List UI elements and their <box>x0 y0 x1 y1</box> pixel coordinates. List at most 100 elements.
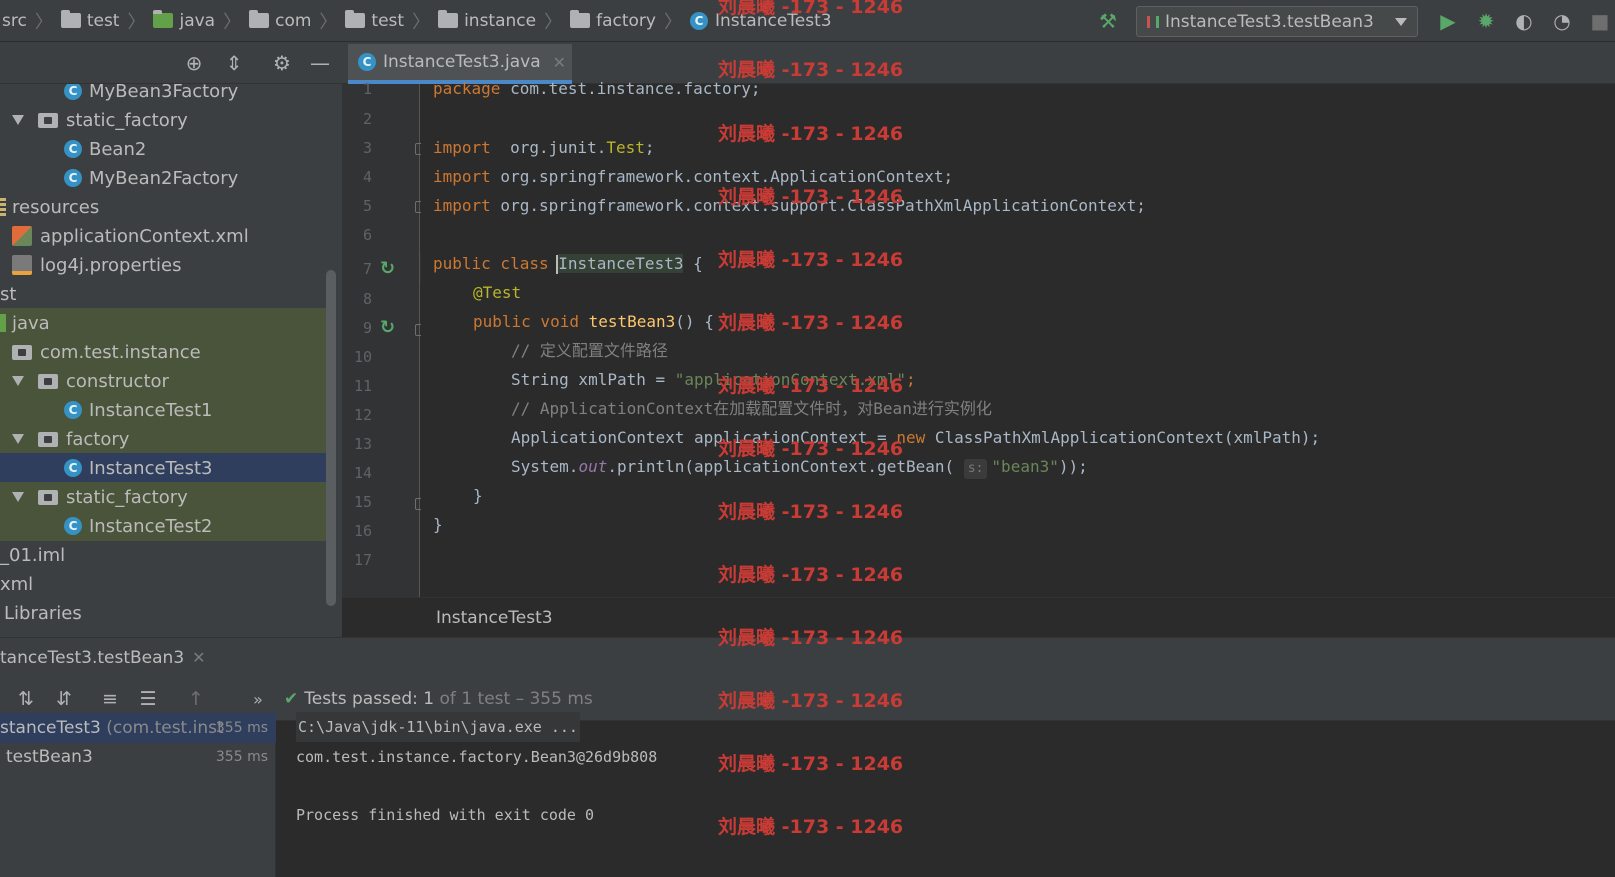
test-class-icon: C <box>64 459 82 477</box>
tree-item-label: InstanceTest3 <box>89 457 213 479</box>
test-duration: 355 ms <box>215 749 268 765</box>
test-method-label: testBean3 <box>6 747 93 767</box>
breadcrumb-com[interactable]: com 〉 <box>249 8 345 34</box>
expand-triangle-icon[interactable] <box>12 434 24 444</box>
tree-item-label: InstanceTest1 <box>89 399 213 421</box>
profile-icon[interactable]: ◔ <box>1550 9 1574 33</box>
code-editor[interactable]: package com.test.instance.factory; impor… <box>421 79 1615 597</box>
chevron-right-icon: 〉 <box>223 11 242 33</box>
tree-item-log4j-properties[interactable]: log4j.properties <box>0 250 328 280</box>
package-icon <box>38 431 58 447</box>
coverage-icon[interactable]: ◐ <box>1512 9 1536 33</box>
code-line-5: import org.springframework.context.suppo… <box>433 196 1146 215</box>
breadcrumb-java[interactable]: java 〉 <box>153 8 249 34</box>
expand-triangle-icon[interactable] <box>12 115 24 125</box>
tree-item-static-factory[interactable]: static_factory <box>0 105 328 135</box>
tree-item-libraries[interactable]: Libraries <box>0 598 328 628</box>
run-tab[interactable]: tanceTest3.testBean3 ✕ <box>0 648 206 668</box>
expand-triangle-icon[interactable] <box>12 376 24 386</box>
resources-folder-icon <box>0 198 6 216</box>
crumb-label: java <box>179 10 216 31</box>
code-line-12: // ApplicationContext在加载配置文件时，对Bean进行实例化 <box>511 399 992 418</box>
tree-item-test-root[interactable]: st <box>0 279 328 309</box>
package-icon <box>12 344 32 360</box>
tree-item-instancetest2[interactable]: C InstanceTest2 <box>0 511 328 541</box>
run-icon[interactable]: ▶ <box>1436 9 1460 33</box>
tree-item-label: java <box>12 312 50 334</box>
tree-item-label: factory <box>66 428 130 450</box>
tree-item-static-factory-test[interactable]: static_factory <box>0 482 328 512</box>
debug-bug-icon[interactable]: ✹ <box>1474 9 1498 33</box>
folder-icon <box>60 10 81 28</box>
test-class-row[interactable]: stanceTest3 (com.test.inst 355 ms <box>0 713 276 743</box>
breadcrumb-test-pkg[interactable]: test 〉 <box>345 8 438 34</box>
breadcrumb-test[interactable]: test 〉 <box>60 8 154 34</box>
run-configuration-select[interactable]: InstanceTest3.testBean3 <box>1136 6 1418 37</box>
expand-all-icon[interactable]: ≡ <box>98 687 122 711</box>
ide-window: src 〉 test 〉 java 〉 com 〉 test 〉 instance 〉 fa… <box>0 0 1615 877</box>
console-output[interactable]: C:\Java\jdk-11\bin\java.exe ... com.test… <box>277 712 1615 877</box>
arrow-up-icon[interactable]: ↑ <box>184 687 208 711</box>
tree-item-mybean3factory[interactable]: C MyBean3Factory <box>0 84 328 106</box>
tree-item-label: com.test.instance <box>40 341 201 363</box>
text-cursor <box>556 255 558 274</box>
tree-item-label: static_factory <box>66 109 188 131</box>
tree-item-label: applicationContext.xml <box>40 225 249 247</box>
sort-alphabetically-icon[interactable]: ⇅ <box>14 687 38 711</box>
tree-item-iml[interactable]: _01.iml <box>0 540 328 570</box>
close-icon[interactable]: ✕ <box>553 53 566 72</box>
tree-item-label: resources <box>12 196 100 218</box>
run-test-class-icon[interactable]: ↻ <box>380 258 395 279</box>
line-number: 9 <box>362 319 372 337</box>
close-icon[interactable]: ✕ <box>192 648 205 667</box>
tests-passed-suffix: of 1 test – 355 ms <box>434 689 593 709</box>
tree-item-com-test-instance[interactable]: com.test.instance <box>0 337 328 367</box>
tree-item-java[interactable]: java <box>0 308 328 338</box>
breadcrumb-instance[interactable]: instance 〉 <box>438 8 570 34</box>
tree-item-label: MyBean2Factory <box>89 167 239 189</box>
code-line-7: public class InstanceTest3 { <box>433 254 703 273</box>
run-test-method-icon[interactable]: ↻ <box>380 317 395 338</box>
tree-item-instancetest1[interactable]: C InstanceTest1 <box>0 395 328 425</box>
breadcrumb-src[interactable]: src 〉 <box>2 8 61 34</box>
tree-item-instancetest3[interactable]: C InstanceTest3 <box>0 453 328 483</box>
line-number: 10 <box>353 348 372 366</box>
line-number: 12 <box>353 406 372 424</box>
editor-breadcrumb[interactable]: InstanceTest3 <box>342 597 1615 637</box>
tree-item-applicationcontext-xml[interactable]: applicationContext.xml <box>0 221 328 251</box>
code-line-11: String xmlPath = "applicationContext.xml… <box>511 370 916 389</box>
tree-item-bean2[interactable]: C Bean2 <box>0 134 328 164</box>
breadcrumb-factory[interactable]: factory 〉 <box>570 8 690 34</box>
sort-by-duration-icon[interactable]: ⇵ <box>52 687 76 711</box>
project-scrollbar[interactable] <box>326 270 336 606</box>
parameter-hint: s: <box>963 459 988 479</box>
locate-file-icon[interactable]: ⊕ <box>182 51 206 75</box>
collapse-all-icon[interactable]: ⇕ <box>222 51 246 75</box>
expand-triangle-icon[interactable] <box>12 492 24 502</box>
stop-icon[interactable]: ■ <box>1588 9 1612 33</box>
code-line-15: } <box>473 486 483 505</box>
crumb-label: instance <box>464 10 537 31</box>
java-class-icon: C <box>358 53 376 71</box>
tree-item-label: _01.iml <box>0 544 66 566</box>
build-hammer-icon[interactable]: ⚒ <box>1096 9 1120 33</box>
tree-item-constructor[interactable]: constructor <box>0 366 328 396</box>
test-method-row[interactable]: testBean3 355 ms <box>0 742 276 772</box>
more-icon[interactable]: » <box>246 687 270 711</box>
tree-item-xml[interactable]: xml <box>0 569 328 599</box>
tree-item-resources[interactable]: resources <box>0 192 328 222</box>
run-panel-header: tanceTest3.testBean3 ✕ <box>0 637 1615 677</box>
breadcrumb-file[interactable]: C InstanceTest3 <box>689 11 832 31</box>
tree-item-mybean2factory[interactable]: C MyBean2Factory <box>0 163 328 193</box>
java-class-icon: C <box>64 84 82 100</box>
collapse-all-icon[interactable]: ☰ <box>136 687 160 711</box>
tree-item-label: static_factory <box>66 486 188 508</box>
tree-item-label: st <box>0 283 17 305</box>
hide-panel-icon[interactable]: — <box>308 51 332 75</box>
java-class-icon: C <box>64 169 82 187</box>
package-icon <box>38 489 58 505</box>
gear-icon[interactable]: ⚙ <box>270 51 294 75</box>
tests-passed-prefix: Tests passed: <box>304 689 424 709</box>
java-class-icon: C <box>64 140 82 158</box>
tree-item-factory[interactable]: factory <box>0 424 328 454</box>
